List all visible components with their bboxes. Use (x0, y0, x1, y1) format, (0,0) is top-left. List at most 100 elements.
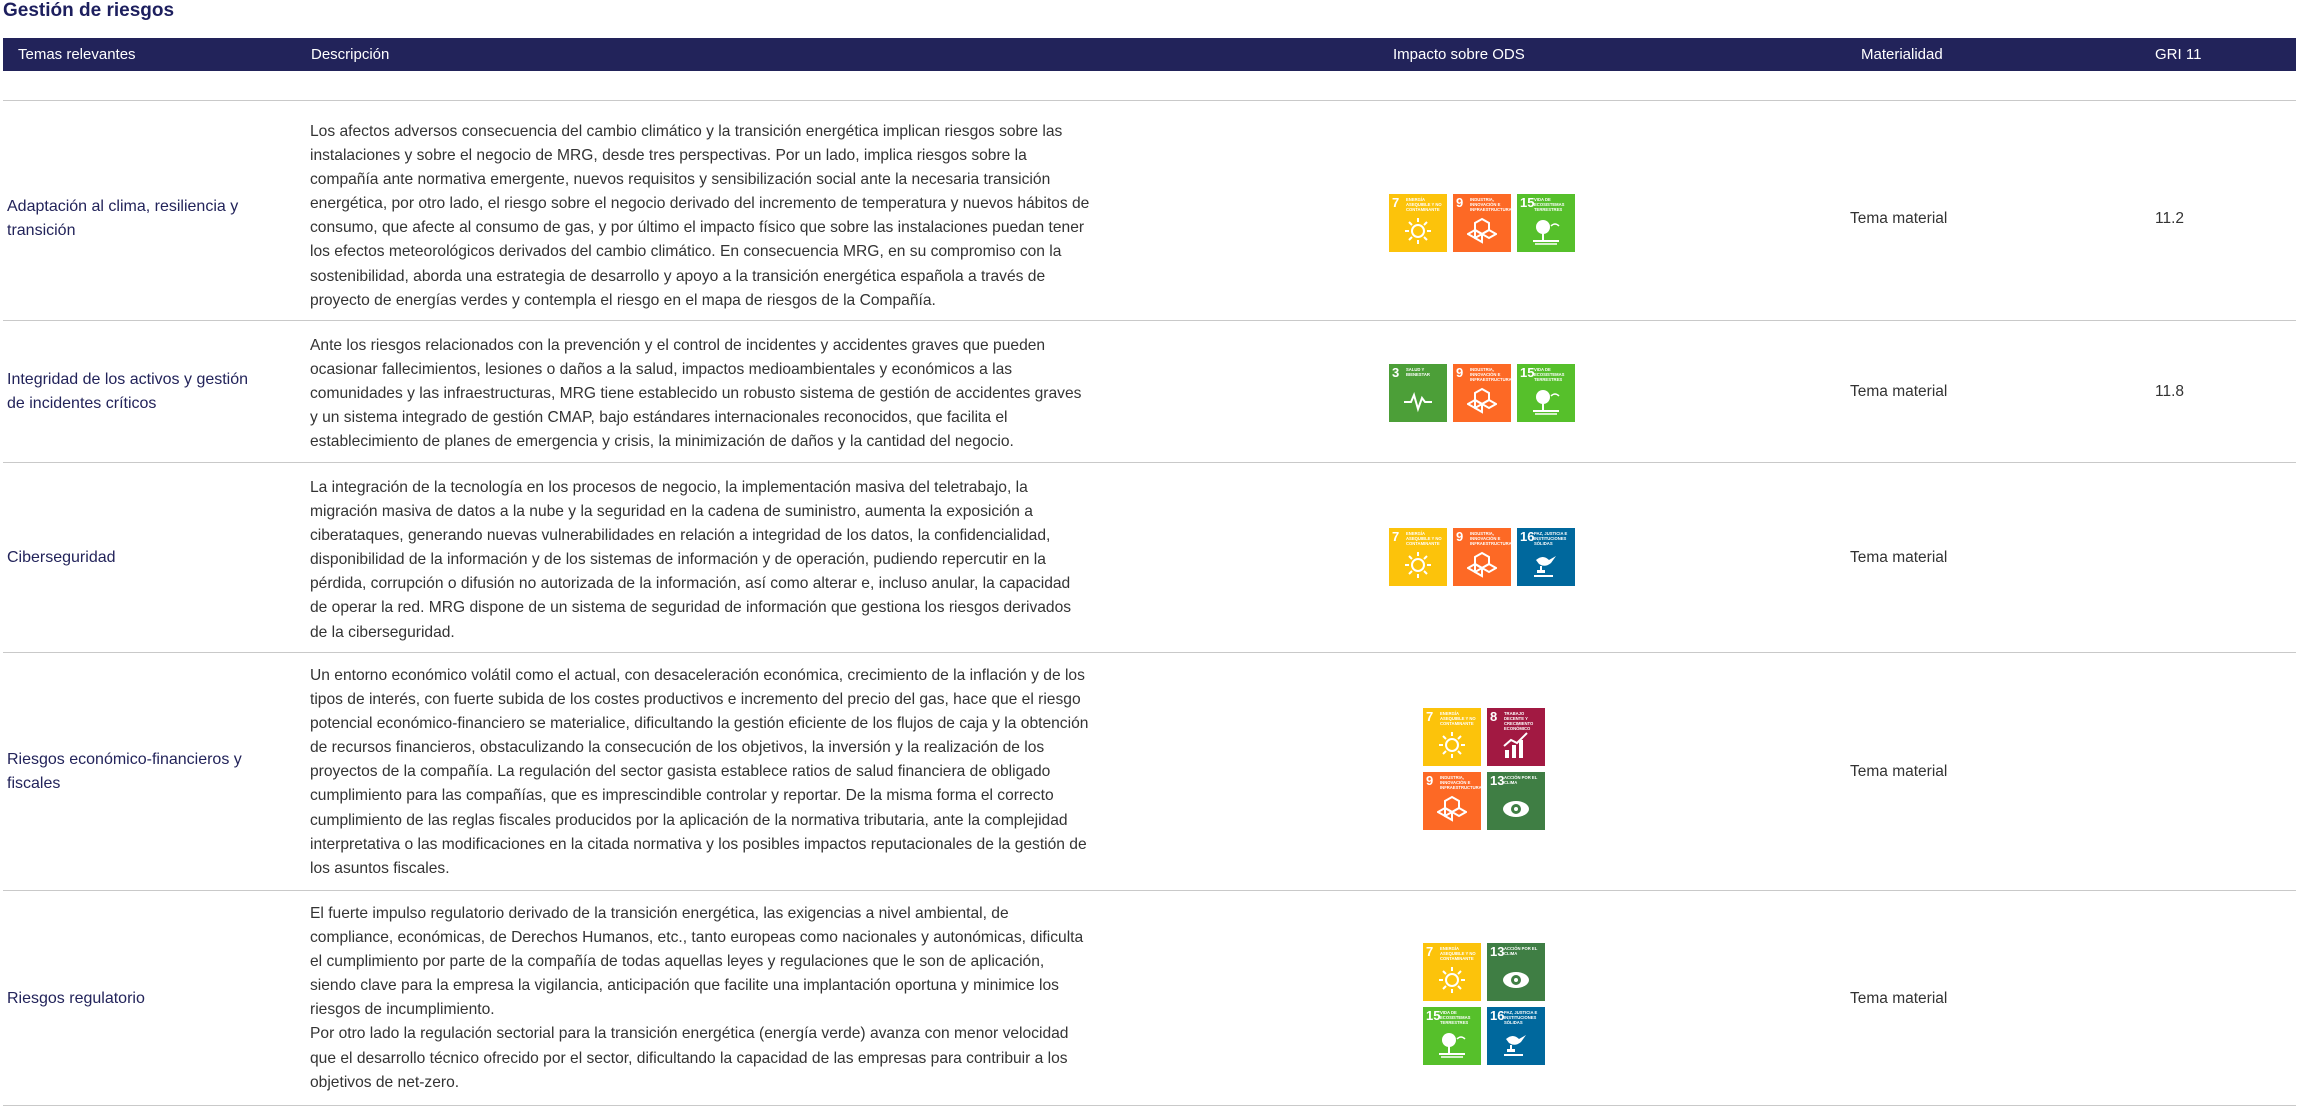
sdg-16-tile: 16 Paz, justicia e instituciones sólidas (1487, 1007, 1545, 1065)
sdg-7-tile: 7 Energía asequible y no contaminante (1423, 943, 1481, 1001)
header-impacto-ods: Impacto sobre ODS (1393, 46, 1525, 63)
row-divider (3, 462, 2296, 463)
materialidad-value: Tema material (1850, 210, 1948, 227)
sun-icon (1405, 218, 1431, 244)
sdg-number: 16 (1520, 529, 1535, 544)
materialidad-value: Tema material (1850, 989, 1948, 1007)
sdg-13-tile: 13 Acción por el clima (1487, 772, 1545, 830)
sdg-label: Paz, justicia e instituciones sólidas (1534, 531, 1568, 546)
row-divider (3, 890, 2296, 891)
sdg-number: 15 (1520, 365, 1535, 380)
tree-icon (1533, 390, 1560, 415)
sdg-label: Industria, innovación e infraestructura (1440, 775, 1481, 790)
descripcion-text: La integración de la tecnología en los p… (310, 479, 1072, 641)
gri-value: 11.2 (2155, 210, 2185, 227)
tree-icon (1533, 220, 1560, 245)
sdg-label: Trabajo decente y crecimiento económico (1504, 711, 1534, 731)
ods-icons: 7 Energía asequible y no contaminante 9 Ind… (1389, 528, 1581, 586)
tree-icon (1439, 1033, 1466, 1058)
header-temas: Temas relevantes (18, 46, 136, 63)
growth-chart-icon (1503, 732, 1528, 758)
sdg-label: Industria, innovación e infraestructura (1470, 197, 1511, 212)
cubes-icon (1467, 387, 1497, 414)
sdg-label: Energía asequible y no contaminante (1440, 711, 1476, 726)
sdg-label: Energía asequible y no contaminante (1406, 197, 1442, 212)
sdg-number: 7 (1426, 944, 1434, 959)
materialidad-value: Tema material (1850, 549, 1948, 566)
sdg-9-tile: 9 Industria, innovación e infraestructura (1453, 528, 1511, 586)
sdg-number: 13 (1490, 773, 1505, 788)
sdg-13-tile: 13 Acción por el clima (1487, 943, 1545, 1001)
descripcion-text: El fuerte impulso regulatorio derivado d… (310, 905, 1084, 1091)
sun-icon (1439, 967, 1465, 993)
eye-icon (1503, 972, 1529, 988)
ods-icons: 7 Energía asequible y no contaminante 13 Ac… (1423, 943, 1549, 1065)
sdg-9-tile: 9 Industria, innovación e infraestructura (1453, 194, 1511, 252)
materialidad-value: Tema material (1850, 383, 1948, 400)
sdg-number: 9 (1456, 365, 1464, 380)
sdg-7-tile: 7 Energía asequible y no contaminante (1389, 194, 1447, 252)
sdg-3-tile: 3 Salud y bienestar (1389, 364, 1447, 422)
sdg-number: 9 (1456, 529, 1464, 544)
dove-icon (1504, 1035, 1526, 1056)
sdg-label: Salud y bienestar (1406, 367, 1430, 377)
row-divider (3, 100, 2296, 101)
cubes-icon (1467, 217, 1497, 244)
row-divider (3, 652, 2296, 653)
sdg-number: 7 (1426, 709, 1434, 724)
descripcion-text: Ante los riesgos relacionados con la pre… (310, 337, 1082, 451)
tema-label: Riesgos regulatorio (7, 989, 145, 1007)
header-descripcion: Descripción (311, 46, 390, 63)
sdg-label: Vida de ecosistemas terrestres (1534, 197, 1565, 212)
sdg-16-tile: 16 Paz, justicia e instituciones sólidas (1517, 528, 1575, 586)
tema-label: Adaptación al clima, resiliencia y trans… (7, 198, 239, 239)
sdg-label: Energía asequible y no contaminante (1406, 531, 1442, 546)
ods-icons: 3 Salud y bienestar 9 Industria, innovación… (1389, 364, 1581, 422)
sdg-9-tile: 9 Industria, innovación e infraestructura (1453, 364, 1511, 422)
sdg-label: Energía asequible y no contaminante (1440, 946, 1476, 961)
sdg-label: Vida de ecosistemas terrestres (1440, 1010, 1471, 1025)
descripcion-text: Los afectos adversos consecuencia del ca… (310, 123, 1090, 309)
dove-icon (1534, 556, 1556, 577)
materialidad-value: Tema material (1850, 763, 1948, 780)
sdg-number: 15 (1520, 195, 1535, 210)
health-icon (1404, 392, 1432, 413)
sdg-number: 13 (1490, 944, 1505, 959)
sun-icon (1439, 732, 1465, 758)
eye-icon (1503, 801, 1529, 817)
row-divider (3, 1105, 2296, 1106)
row-divider (3, 320, 2296, 321)
page-title: Gestión de riesgos (3, 0, 175, 21)
sdg-label: Acción por el clima (1504, 946, 1538, 956)
sdg-15-tile: 15 Vida de ecosistemas terrestres (1423, 1007, 1481, 1065)
sdg-label: Industria, innovación e infraestructura (1470, 367, 1511, 382)
gri-value: 11.8 (2155, 383, 2185, 400)
sdg-8-tile: 8 Trabajo decente y crecimiento económico (1487, 708, 1545, 766)
sdg-number: 15 (1426, 1008, 1441, 1023)
sdg-9-tile: 9 Industria, innovación e infraestructura (1423, 772, 1481, 830)
table-header: Temas relevantes Descripción Impacto sob… (3, 38, 2296, 71)
sdg-15-tile: 15 Vida de ecosistemas terrestres (1517, 364, 1575, 422)
sdg-label: Vida de ecosistemas terrestres (1534, 367, 1565, 382)
sun-icon (1405, 552, 1431, 578)
ods-icons: 7 Energía asequible y no contaminante 9 Ind… (1389, 194, 1581, 252)
tema-label: Ciberseguridad (7, 549, 116, 566)
cubes-icon (1437, 795, 1467, 822)
sdg-number: 3 (1392, 365, 1400, 380)
sdg-number: 16 (1490, 1008, 1505, 1023)
sdg-number: 7 (1392, 529, 1400, 544)
tema-label: Riesgos económico-financieros y fiscales (7, 751, 242, 792)
sdg-15-tile: 15 Vida de ecosistemas terrestres (1517, 194, 1575, 252)
sdg-7-tile: 7 Energía asequible y no contaminante (1423, 708, 1481, 766)
header-gri: GRI 11 (2155, 46, 2202, 63)
descripcion-text: Un entorno económico volátil como el act… (310, 667, 1089, 877)
tema-label: Integridad de los activos y gestión de i… (7, 371, 249, 412)
sdg-label: Industria, innovación e infraestructura (1470, 531, 1511, 546)
ods-icons: 7 Energía asequible y no contaminante 8 Tra… (1423, 708, 1549, 830)
sdg-number: 7 (1392, 195, 1400, 210)
cubes-icon (1467, 551, 1497, 578)
sdg-7-tile: 7 Energía asequible y no contaminante (1389, 528, 1447, 586)
sdg-label: Paz, justicia e instituciones sólidas (1504, 1010, 1538, 1025)
sdg-number: 9 (1456, 195, 1464, 210)
sdg-number: 9 (1426, 773, 1434, 788)
